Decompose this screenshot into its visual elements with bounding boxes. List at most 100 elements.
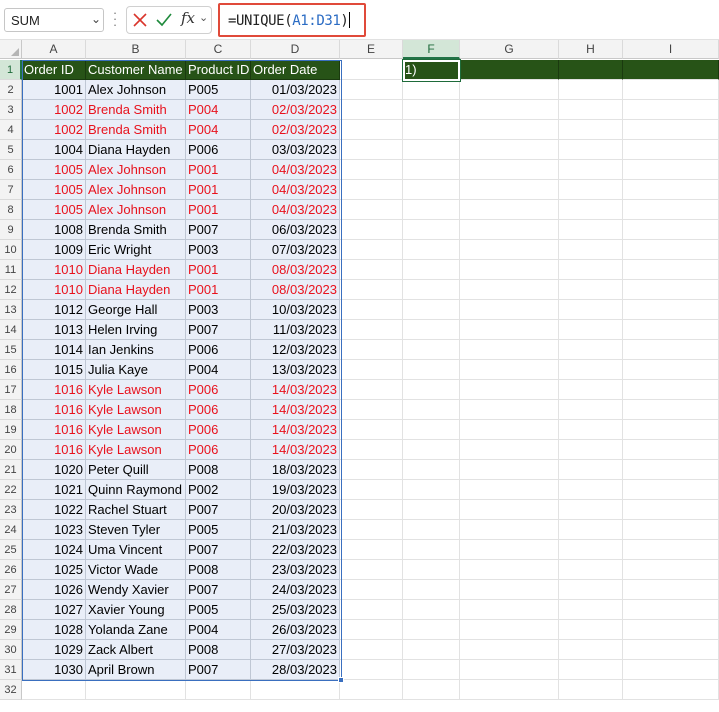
empty-cell[interactable] (623, 220, 719, 240)
empty-cell[interactable] (403, 480, 460, 500)
empty-cell[interactable] (460, 540, 559, 560)
empty-cell[interactable] (340, 200, 403, 220)
row-header-11[interactable]: 11 (0, 260, 22, 280)
cell-h1[interactable] (559, 60, 623, 80)
empty-cell[interactable] (340, 340, 403, 360)
empty-cell[interactable] (559, 520, 623, 540)
row-header-29[interactable]: 29 (0, 620, 22, 640)
empty-cell[interactable] (460, 260, 559, 280)
insert-function-icon[interactable]: fx (181, 9, 195, 27)
empty-cell[interactable] (340, 680, 403, 700)
empty-cell[interactable] (559, 320, 623, 340)
empty-cell[interactable] (623, 280, 719, 300)
empty-cell[interactable] (460, 360, 559, 380)
cancel-icon[interactable] (131, 11, 149, 29)
empty-cell[interactable] (559, 500, 623, 520)
row-header-16[interactable]: 16 (0, 360, 22, 380)
empty-cell[interactable] (403, 220, 460, 240)
empty-cell[interactable] (460, 80, 559, 100)
empty-cell[interactable] (623, 420, 719, 440)
empty-cell[interactable] (340, 120, 403, 140)
empty-cell[interactable] (340, 480, 403, 500)
row-header-4[interactable]: 4 (0, 120, 22, 140)
empty-cell[interactable] (186, 680, 251, 700)
empty-cell[interactable] (460, 500, 559, 520)
formula-input[interactable]: =UNIQUE(A1:D31) (218, 3, 366, 37)
empty-cell[interactable] (340, 460, 403, 480)
empty-cell[interactable] (623, 620, 719, 640)
chevron-down-icon[interactable]: ⌄ (91, 12, 101, 26)
empty-cell[interactable] (623, 240, 719, 260)
empty-cell[interactable] (559, 660, 623, 680)
empty-cell[interactable] (403, 520, 460, 540)
empty-cell[interactable] (460, 200, 559, 220)
empty-cell[interactable] (623, 560, 719, 580)
empty-cell[interactable] (623, 80, 719, 100)
empty-cell[interactable] (460, 180, 559, 200)
empty-cell[interactable] (460, 320, 559, 340)
empty-cell[interactable] (623, 600, 719, 620)
row-header-25[interactable]: 25 (0, 540, 22, 560)
empty-cell[interactable] (251, 680, 340, 700)
empty-cell[interactable] (403, 260, 460, 280)
empty-cell[interactable] (559, 680, 623, 700)
empty-cell[interactable] (559, 80, 623, 100)
empty-cell[interactable] (340, 160, 403, 180)
row-header-24[interactable]: 24 (0, 520, 22, 540)
empty-cell[interactable] (403, 280, 460, 300)
empty-cell[interactable] (340, 400, 403, 420)
empty-cell[interactable] (340, 520, 403, 540)
empty-cell[interactable] (403, 180, 460, 200)
empty-cell[interactable] (340, 80, 403, 100)
empty-cell[interactable] (623, 140, 719, 160)
empty-cell[interactable] (403, 460, 460, 480)
empty-cell[interactable] (460, 420, 559, 440)
empty-cell[interactable] (460, 660, 559, 680)
row-header-15[interactable]: 15 (0, 340, 22, 360)
empty-cell[interactable] (623, 200, 719, 220)
empty-cell[interactable] (340, 300, 403, 320)
empty-cell[interactable] (460, 580, 559, 600)
empty-cell[interactable] (460, 460, 559, 480)
empty-cell[interactable] (559, 200, 623, 220)
empty-cell[interactable] (559, 360, 623, 380)
empty-cell[interactable] (623, 480, 719, 500)
empty-cell[interactable] (460, 520, 559, 540)
empty-cell[interactable] (623, 520, 719, 540)
row-header-3[interactable]: 3 (0, 100, 22, 120)
empty-cell[interactable] (559, 300, 623, 320)
empty-cell[interactable] (623, 100, 719, 120)
row-header-5[interactable]: 5 (0, 140, 22, 160)
empty-cell[interactable] (460, 300, 559, 320)
empty-cell[interactable] (340, 440, 403, 460)
row-header-21[interactable]: 21 (0, 460, 22, 480)
row-header-2[interactable]: 2 (0, 80, 22, 100)
row-header-6[interactable]: 6 (0, 160, 22, 180)
empty-cell[interactable] (340, 240, 403, 260)
empty-cell[interactable] (403, 360, 460, 380)
empty-cell[interactable] (403, 420, 460, 440)
empty-cell[interactable] (403, 400, 460, 420)
empty-cell[interactable] (559, 560, 623, 580)
empty-cell[interactable] (403, 560, 460, 580)
column-header-h[interactable]: H (559, 40, 623, 59)
empty-cell[interactable] (340, 220, 403, 240)
empty-cell[interactable] (460, 440, 559, 460)
row-header-28[interactable]: 28 (0, 600, 22, 620)
empty-cell[interactable] (623, 640, 719, 660)
empty-cell[interactable] (403, 600, 460, 620)
column-header-c[interactable]: C (186, 40, 251, 59)
empty-cell[interactable] (559, 580, 623, 600)
empty-cell[interactable] (460, 380, 559, 400)
empty-cell[interactable] (340, 280, 403, 300)
empty-cell[interactable] (460, 400, 559, 420)
range-resize-handle[interactable] (338, 677, 344, 683)
empty-cell[interactable] (403, 80, 460, 100)
row-header-19[interactable]: 19 (0, 420, 22, 440)
empty-cell[interactable] (559, 180, 623, 200)
empty-cell[interactable] (623, 180, 719, 200)
empty-cell[interactable] (403, 380, 460, 400)
empty-cell[interactable] (340, 500, 403, 520)
empty-cell[interactable] (340, 560, 403, 580)
empty-cell[interactable] (340, 320, 403, 340)
